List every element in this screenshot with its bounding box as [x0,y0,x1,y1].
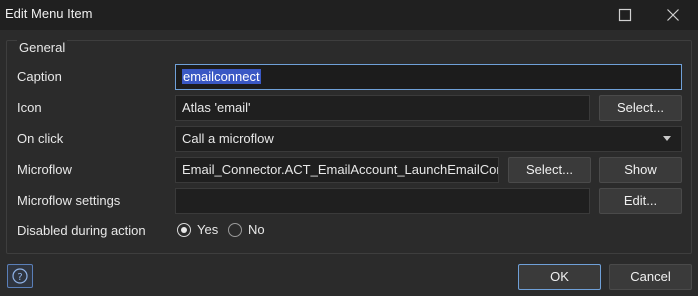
title-bar: Edit Menu Item [0,0,698,30]
cancel-button[interactable]: Cancel [609,264,692,290]
question-icon: ? [12,268,28,284]
on-click-label: On click [17,131,64,146]
close-icon [667,9,679,21]
microflow-label: Microflow [17,162,72,177]
maximize-icon [618,8,632,22]
microflow-settings-edit-button[interactable]: Edit... [599,188,682,214]
icon-label: Icon [17,100,42,115]
maximize-button[interactable] [602,0,648,30]
radio-no-label[interactable]: No [248,222,265,237]
radio-no[interactable] [228,223,242,237]
microflow-field: Email_Connector.ACT_EmailAccount_LaunchE… [175,157,499,183]
chevron-down-icon [663,136,671,141]
on-click-value: Call a microflow [182,131,274,146]
group-legend: General [17,40,68,55]
caption-label: Caption [17,69,62,84]
ok-button[interactable]: OK [518,264,601,290]
icon-field: Atlas 'email' [175,95,590,121]
microflow-show-button[interactable]: Show [599,157,682,183]
microflow-settings-label: Microflow settings [17,193,121,208]
microflow-select-button[interactable]: Select... [508,157,591,183]
radio-yes[interactable] [177,223,191,237]
on-click-dropdown[interactable]: Call a microflow [175,126,682,152]
caption-input[interactable]: emailconnect [175,64,682,90]
icon-select-button[interactable]: Select... [599,95,682,121]
microflow-settings-field [175,188,590,214]
caption-input-value: emailconnect [182,69,261,84]
svg-text:?: ? [17,272,22,283]
window-title: Edit Menu Item [5,6,93,21]
radio-yes-label[interactable]: Yes [197,222,218,237]
help-button[interactable]: ? [7,264,33,288]
close-button[interactable] [650,0,696,30]
disabled-during-action-label: Disabled during action [17,223,146,238]
